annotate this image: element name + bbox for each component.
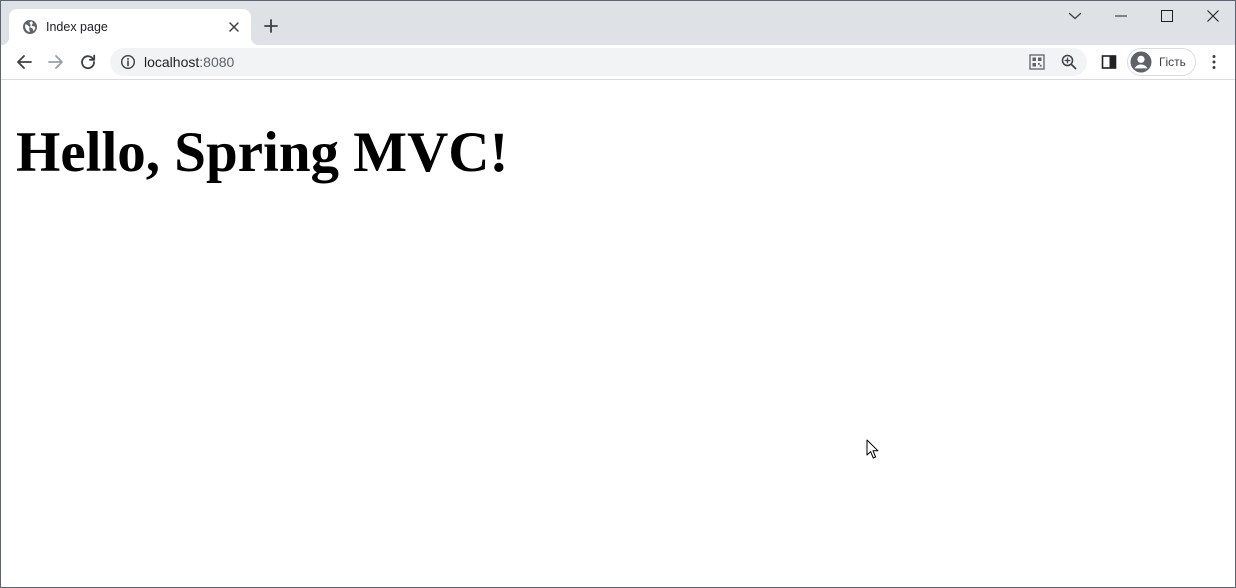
zoom-icon[interactable] — [1061, 54, 1077, 70]
page-content: Hello, Spring MVC! — [1, 81, 1235, 587]
tab-title: Index page — [46, 20, 108, 34]
kebab-menu-icon[interactable] — [1205, 53, 1223, 71]
maximize-icon[interactable] — [1156, 5, 1178, 27]
url-host: localhost — [144, 54, 200, 70]
address-bar[interactable]: localhost:8080 — [110, 48, 1087, 76]
reload-icon[interactable] — [77, 51, 99, 73]
mouse-cursor-icon — [866, 439, 880, 460]
avatar-icon — [1130, 51, 1152, 73]
url-text: localhost:8080 — [144, 54, 234, 70]
tab-close-icon[interactable] — [225, 18, 243, 36]
profile-label: Гість — [1159, 55, 1186, 69]
arrow-right-icon[interactable] — [45, 51, 67, 73]
url-port: :8080 — [199, 54, 235, 70]
arrow-left-icon[interactable] — [13, 51, 35, 73]
globe-icon — [22, 19, 38, 35]
side-panel-icon[interactable] — [1100, 53, 1118, 71]
browser-toolbar: localhost:8080 Гість — [1, 45, 1235, 80]
qr-code-icon[interactable] — [1029, 54, 1045, 70]
tab-search-icon[interactable] — [1064, 5, 1086, 27]
tab-strip: Index page — [1, 1, 1235, 45]
close-window-icon[interactable] — [1202, 5, 1224, 27]
page-heading: Hello, Spring MVC! — [16, 121, 509, 184]
info-icon[interactable] — [120, 54, 136, 70]
new-tab-plus-icon[interactable] — [261, 16, 281, 36]
minimize-icon[interactable] — [1110, 5, 1132, 27]
browser-window: Index page localhost:8080 Гість Hello, S… — [0, 0, 1236, 588]
browser-tab[interactable]: Index page — [1, 9, 259, 45]
profile-button[interactable]: Гість — [1127, 48, 1196, 76]
